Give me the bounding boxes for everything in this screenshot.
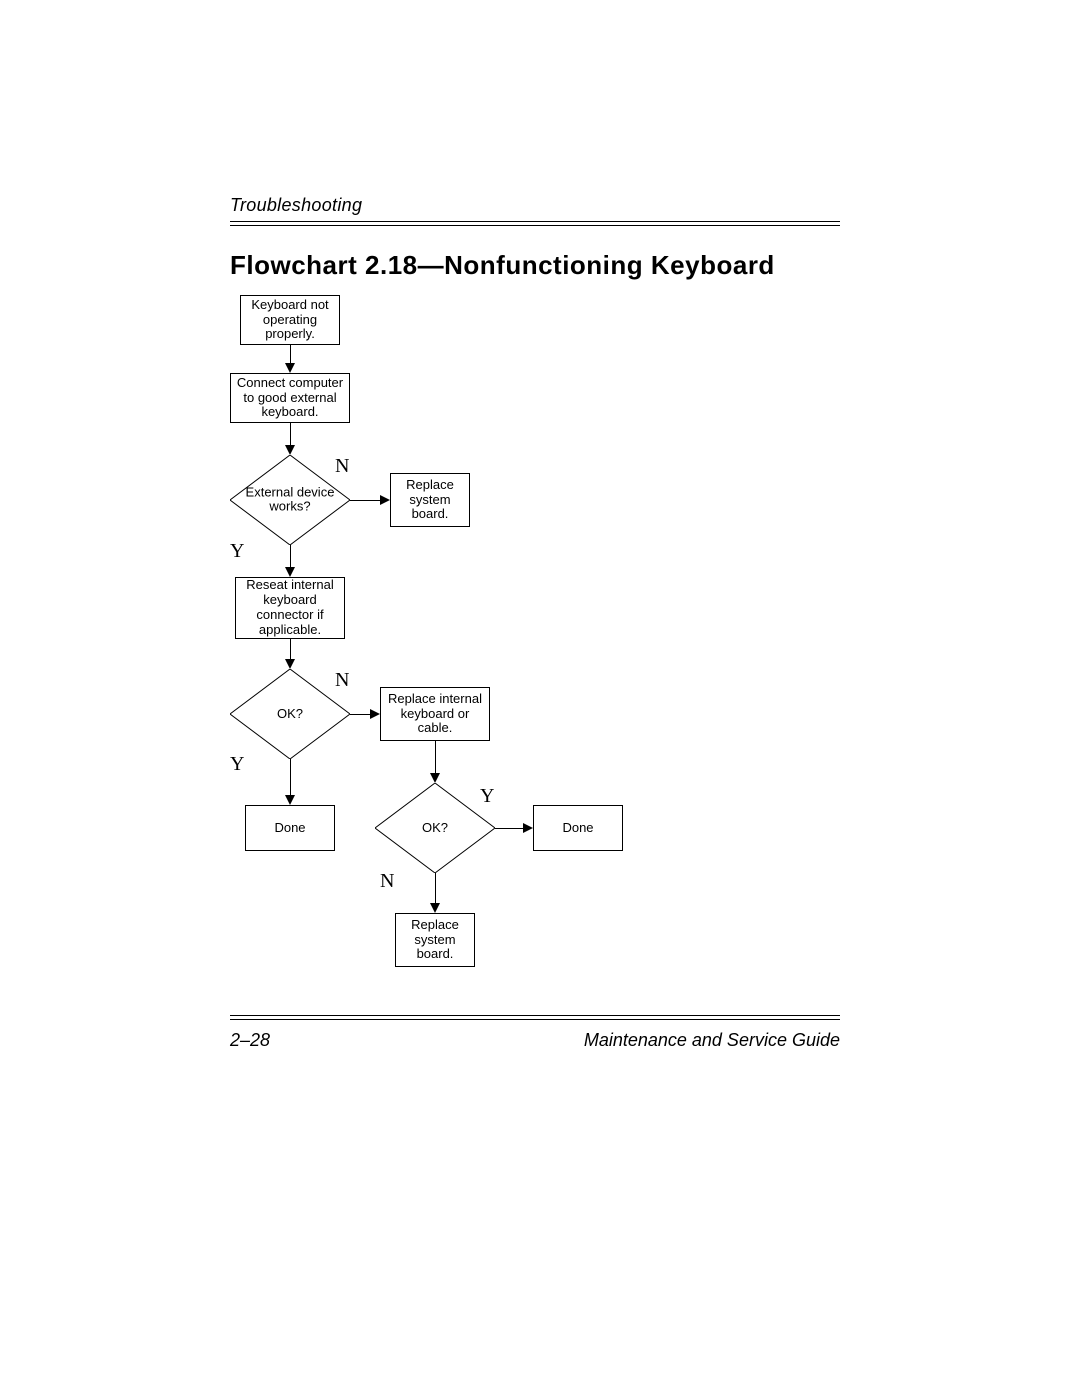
running-head: Troubleshooting bbox=[230, 195, 362, 216]
page-number: 2–28 bbox=[230, 1030, 270, 1051]
arrowhead-icon bbox=[430, 903, 440, 913]
node-replace-system-board-1: Replace system board. bbox=[390, 473, 470, 527]
node-external-works: External device works? bbox=[230, 455, 350, 545]
node-connect-external: Connect computer to good external keyboa… bbox=[230, 373, 350, 423]
connector bbox=[290, 545, 291, 567]
connector bbox=[290, 759, 291, 795]
connector bbox=[290, 639, 291, 659]
node-replace-system-board-2: Replace system board. bbox=[395, 913, 475, 967]
edge-label-y: Y bbox=[480, 785, 494, 808]
rule-line bbox=[230, 1019, 840, 1020]
edge-label-n: N bbox=[335, 669, 349, 692]
arrowhead-icon bbox=[370, 709, 380, 719]
arrowhead-icon bbox=[430, 773, 440, 783]
edge-label-n: N bbox=[335, 455, 349, 478]
connector bbox=[290, 423, 291, 445]
arrowhead-icon bbox=[380, 495, 390, 505]
arrowhead-icon bbox=[285, 445, 295, 455]
connector bbox=[435, 741, 436, 773]
node-done-2: Done bbox=[533, 805, 623, 851]
rule-line bbox=[230, 225, 840, 226]
page-title: Flowchart 2.18—Nonfunctioning Keyboard bbox=[230, 250, 775, 281]
rule-line bbox=[230, 1015, 840, 1016]
edge-label-y: Y bbox=[230, 753, 244, 776]
node-replace-keyboard: Replace internal keyboard or cable. bbox=[380, 687, 490, 741]
node-ok-2: OK? bbox=[375, 783, 495, 873]
arrowhead-icon bbox=[523, 823, 533, 833]
node-ok-1: OK? bbox=[230, 669, 350, 759]
node-reseat-connector: Reseat internal keyboard connector if ap… bbox=[235, 577, 345, 639]
arrowhead-icon bbox=[285, 659, 295, 669]
footer-guide-title: Maintenance and Service Guide bbox=[584, 1030, 840, 1051]
document-page: Troubleshooting Flowchart 2.18—Nonfuncti… bbox=[0, 0, 1080, 1397]
rule-line bbox=[230, 221, 840, 222]
flowchart: Keyboard not operating properly. Connect… bbox=[230, 295, 850, 1005]
connector bbox=[290, 345, 291, 363]
node-done-1: Done bbox=[245, 805, 335, 851]
node-start: Keyboard not operating properly. bbox=[240, 295, 340, 345]
arrowhead-icon bbox=[285, 795, 295, 805]
edge-label-y: Y bbox=[230, 540, 244, 563]
connector bbox=[350, 500, 380, 501]
arrowhead-icon bbox=[285, 567, 295, 577]
arrowhead-icon bbox=[285, 363, 295, 373]
edge-label-n: N bbox=[380, 870, 394, 893]
connector bbox=[495, 828, 523, 829]
connector bbox=[435, 873, 436, 903]
connector bbox=[350, 714, 370, 715]
